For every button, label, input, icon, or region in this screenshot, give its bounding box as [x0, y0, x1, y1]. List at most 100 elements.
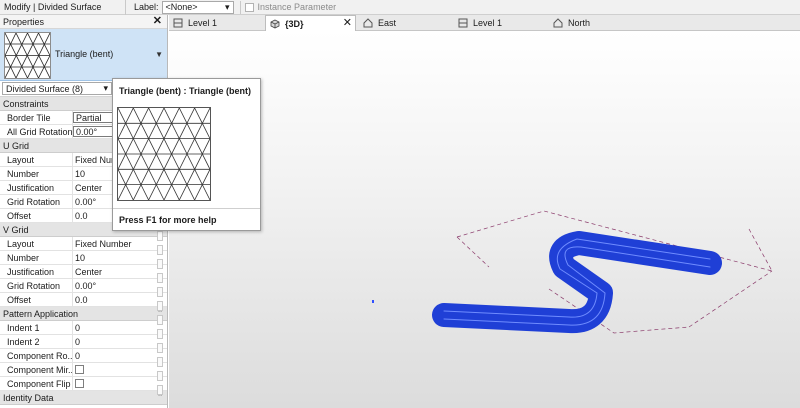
properties-title-bar: Properties ✕	[0, 15, 167, 29]
scroll-segment	[157, 245, 163, 255]
floor-plan-icon	[458, 18, 468, 28]
property-value[interactable]: 0	[73, 335, 167, 348]
tab-level-1[interactable]: Level 1	[169, 15, 265, 31]
chevron-down-icon[interactable]: ▼	[155, 50, 163, 59]
elevation-icon	[553, 18, 563, 28]
small-marker	[372, 300, 374, 303]
property-name: Offset	[0, 293, 73, 306]
property-name: Grid Rotation	[0, 279, 73, 292]
property-name: Justification	[0, 265, 73, 278]
tab-north[interactable]: North	[549, 15, 642, 31]
property-row[interactable]: Justification Center	[0, 265, 167, 279]
tooltip-help: Press F1 for more help	[119, 215, 217, 225]
mode-title: Modify | Divided Surface	[0, 0, 126, 15]
tooltip-divider	[113, 208, 260, 209]
property-name: Number	[0, 167, 73, 180]
properties-scrollbar[interactable]	[157, 231, 164, 406]
scroll-segment	[157, 329, 163, 339]
options-bar: Modify | Divided Surface Label: <None> ▾…	[0, 0, 800, 15]
property-value[interactable]: Fixed Number	[73, 237, 167, 250]
property-row[interactable]: Number 10	[0, 251, 167, 265]
label-caption: Label:	[134, 2, 159, 12]
property-value[interactable]: Center	[73, 265, 167, 278]
instance-parameter-checkbox[interactable]	[244, 2, 254, 12]
properties-title: Properties	[3, 17, 45, 27]
scroll-segment	[157, 259, 163, 269]
section-label: Constraints	[3, 99, 49, 109]
component-flip-checkbox[interactable]	[75, 379, 84, 388]
property-value[interactable]: 0	[73, 349, 167, 362]
property-row[interactable]: Layout Fixed Number	[0, 237, 167, 251]
property-value	[73, 363, 167, 376]
property-row[interactable]: Component Flip	[0, 377, 167, 391]
property-row[interactable]: Component Mir...	[0, 363, 167, 377]
property-name: Indent 2	[0, 335, 73, 348]
tab-label: North	[568, 18, 591, 28]
property-name: Offset	[0, 209, 73, 222]
scroll-segment	[157, 385, 163, 395]
type-selector[interactable]: Triangle (bent) ▼	[0, 29, 167, 81]
instance-parameter-label: Instance Parameter	[257, 2, 337, 12]
property-name: Layout	[0, 153, 73, 166]
close-icon[interactable]: ✕	[343, 17, 352, 30]
property-row[interactable]: Indent 20	[0, 335, 167, 349]
type-name: Triangle (bent)	[55, 49, 114, 59]
tab-east[interactable]: East	[359, 15, 452, 31]
property-name: Component Ro...	[0, 349, 73, 362]
triangle-pattern-thumbnail	[4, 32, 51, 79]
type-preview-tooltip: Triangle (bent) : Triangle (bent) Press …	[112, 78, 261, 231]
tab-label: Level 1	[188, 18, 218, 28]
property-name: Component Flip	[0, 377, 73, 390]
triangle-pattern-preview	[117, 107, 211, 201]
3d-viewport[interactable]	[169, 31, 800, 408]
property-name: Border Tile	[0, 111, 73, 124]
property-name: Grid Rotation	[0, 195, 73, 208]
instance-selector-value: Divided Surface (8)	[6, 83, 84, 94]
section-identity-data[interactable]: Identity Data ⌃	[0, 391, 167, 405]
property-value[interactable]: 10	[73, 251, 167, 264]
property-row[interactable]: Indent 10	[0, 321, 167, 335]
property-value[interactable]: 0.0	[73, 293, 167, 306]
label-select[interactable]: <None> ▾	[161, 0, 234, 14]
scroll-segment	[157, 301, 163, 311]
scroll-segment	[157, 357, 163, 367]
property-name: All Grid Rotation	[0, 125, 73, 138]
scroll-segment	[157, 343, 163, 353]
elevation-icon	[363, 18, 373, 28]
property-name: Layout	[0, 237, 73, 250]
property-name: Indent 1	[0, 321, 73, 334]
instance-selector[interactable]: Divided Surface (8) ▾	[2, 82, 112, 95]
property-row[interactable]: Offset 0.0	[0, 293, 167, 307]
property-value[interactable]: 0	[73, 321, 167, 334]
section-label: V Grid	[3, 225, 29, 235]
chevron-down-icon: ▾	[103, 83, 108, 93]
property-row[interactable]: Component Ro... 0	[0, 349, 167, 363]
section-label: Pattern Application	[3, 309, 79, 319]
scroll-segment	[157, 287, 163, 297]
scroll-segment	[157, 315, 163, 325]
property-name: Number	[0, 251, 73, 264]
close-icon[interactable]: ✕	[153, 15, 162, 28]
3d-view-icon	[270, 19, 280, 28]
tooltip-title: Triangle (bent) : Triangle (bent)	[119, 86, 252, 96]
tab-label: {3D}	[285, 18, 304, 29]
section-label: U Grid	[3, 141, 30, 151]
component-mirror-checkbox[interactable]	[75, 365, 84, 374]
property-name: Component Mir...	[0, 363, 73, 376]
chevron-down-icon: ▾	[225, 1, 230, 12]
property-value[interactable]: 0.00°	[73, 279, 167, 292]
model-canvas	[372, 210, 773, 334]
property-row[interactable]: Grid Rotation 0.00°	[0, 279, 167, 293]
tab-level-1-b[interactable]: Level 1	[454, 15, 549, 31]
scroll-segment	[157, 371, 163, 381]
tab-label: East	[378, 18, 397, 28]
floor-plan-icon	[173, 18, 183, 28]
view-tabs: Level 1 {3D} ✕ East Level 1 North	[169, 15, 800, 31]
property-name: Justification	[0, 181, 73, 194]
tab-label: Level 1	[473, 18, 503, 28]
tab-3d[interactable]: {3D} ✕	[265, 15, 356, 31]
label-select-value: <None>	[165, 2, 198, 12]
separator	[239, 0, 241, 14]
scroll-segment	[157, 231, 163, 241]
section-pattern-application[interactable]: Pattern Application ⌃	[0, 307, 167, 321]
